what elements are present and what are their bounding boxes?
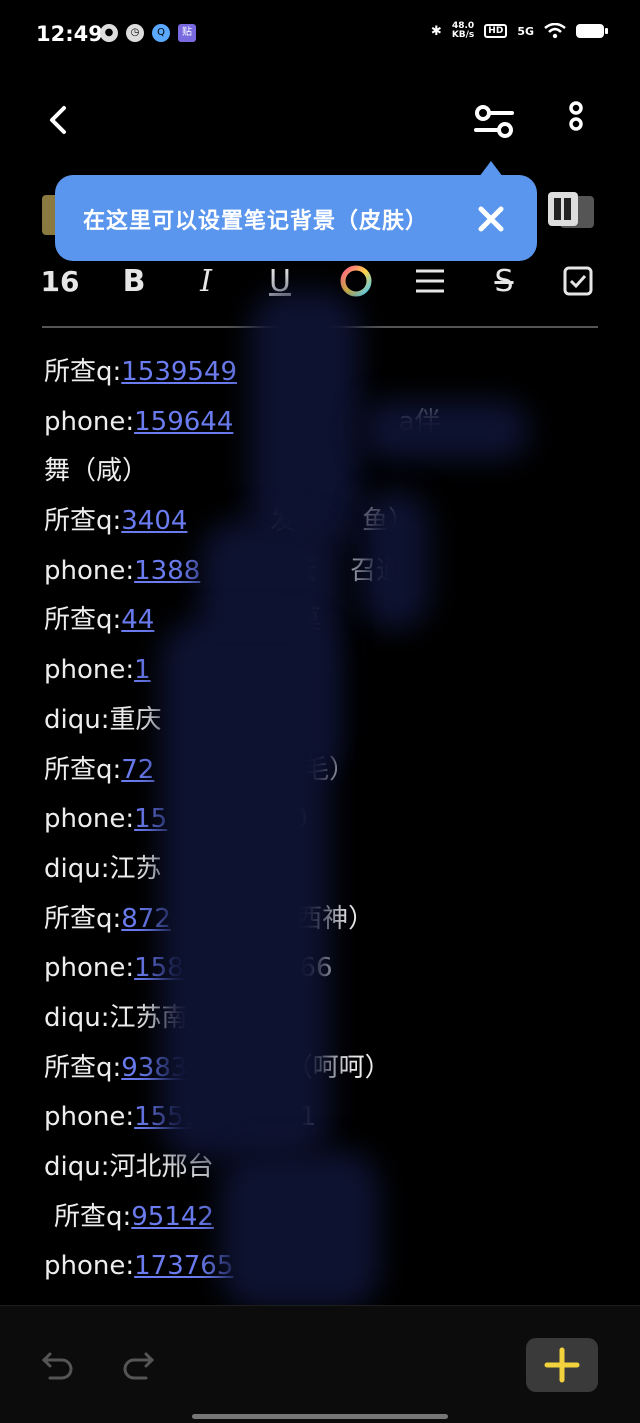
undo-button[interactable] [40,1346,76,1382]
note-line-text: diqu:重庆 [44,704,162,735]
blur-overlay [160,620,330,1160]
note-link[interactable]: 1539549 [121,357,237,387]
note-line-text: 舞（咸） [44,456,149,487]
checkbox-icon [563,266,593,296]
note-line-text: phone: [44,406,135,437]
note-line-text: 所查q: [44,506,122,537]
align-icon [416,269,444,293]
strikethrough-button[interactable]: S [484,255,524,307]
note-line-text: phone: [44,655,135,686]
note-line-text: 所查q: [44,754,122,785]
sticker-icon: 贴 [178,24,196,42]
qq-icon: Q [152,24,170,42]
tooltip-close-button[interactable] [475,203,507,235]
alarm-icon: ◷ [126,24,144,42]
undo-icon [41,1352,73,1380]
note-line-text: 所查q: [44,357,122,387]
more-vertical-icon [569,101,583,131]
italic-button[interactable]: I [186,255,226,307]
system-icons: ✱ 48.0 KB/s HD 5G [430,21,608,40]
blur-overlay [220,1150,380,1310]
close-icon [478,206,504,232]
net-speed: 48.0 KB/s [451,21,475,40]
note-link[interactable]: 95142 [131,1202,214,1232]
note-line-text: 所查q: [54,1201,132,1232]
blur-overlay [360,490,430,630]
note-line-text: phone: [44,555,135,586]
back-icon [50,106,66,134]
clock: 12:49 [36,22,103,46]
skin-book-icon [548,192,594,228]
add-button[interactable] [526,1338,598,1392]
note-link[interactable]: 173765 [134,1251,233,1281]
hd-badge: HD [484,24,508,38]
back-button[interactable] [40,100,80,140]
align-button[interactable] [410,255,450,307]
note-line-text: 所查q: [44,903,122,934]
bold-button[interactable]: B [112,255,156,307]
bluetooth-icon: ✱ [430,23,442,39]
note-link[interactable]: 159644 [134,407,233,437]
more-options-button[interactable] [560,100,592,144]
wifi-icon [544,23,566,39]
skin-tooltip: 在这里可以设置笔记背景（皮肤） [55,161,537,261]
tooltip-text: 在这里可以设置笔记背景（皮肤） [83,209,429,234]
battery-icon [576,24,608,38]
blur-overlay [360,400,530,460]
notification-icons: ● ◷ Q 贴 [100,24,196,42]
settings-sliders-icon [474,105,514,138]
note-line-text: phone: [44,1251,135,1282]
app-notification-icon: ● [100,24,118,42]
redo-icon [123,1352,155,1380]
note-line-text: 所查q: [44,1052,122,1083]
note-line-text: phone: [44,953,135,984]
note-link[interactable]: 1 [134,655,151,685]
redo-button[interactable] [120,1346,156,1382]
font-size-button[interactable]: 16 [40,255,80,307]
note-link[interactable]: 3404 [121,506,187,536]
background-settings-button[interactable] [472,100,516,144]
skin-button[interactable] [546,190,596,232]
blur-overlay [250,290,360,550]
status-bar: 12:49 ● ◷ Q 贴 ✱ 48.0 KB/s HD 5G [0,0,640,72]
note-link[interactable]: 72 [121,755,154,785]
bottom-bar [0,1305,640,1423]
home-indicator[interactable] [192,1414,448,1419]
note-link[interactable]: 44 [121,605,154,635]
checklist-button[interactable] [558,255,598,307]
plus-icon [544,1347,580,1383]
signal-5g-icon: 5G [517,24,534,38]
note-link[interactable]: 1388 [134,556,200,586]
note-line-text: diqu:江苏 [44,853,162,884]
color-wheel-icon [340,265,372,297]
note-line-text: phone: [44,804,135,835]
note-line-text: 所查q: [44,605,122,636]
note-line-text: phone: [44,1102,135,1133]
